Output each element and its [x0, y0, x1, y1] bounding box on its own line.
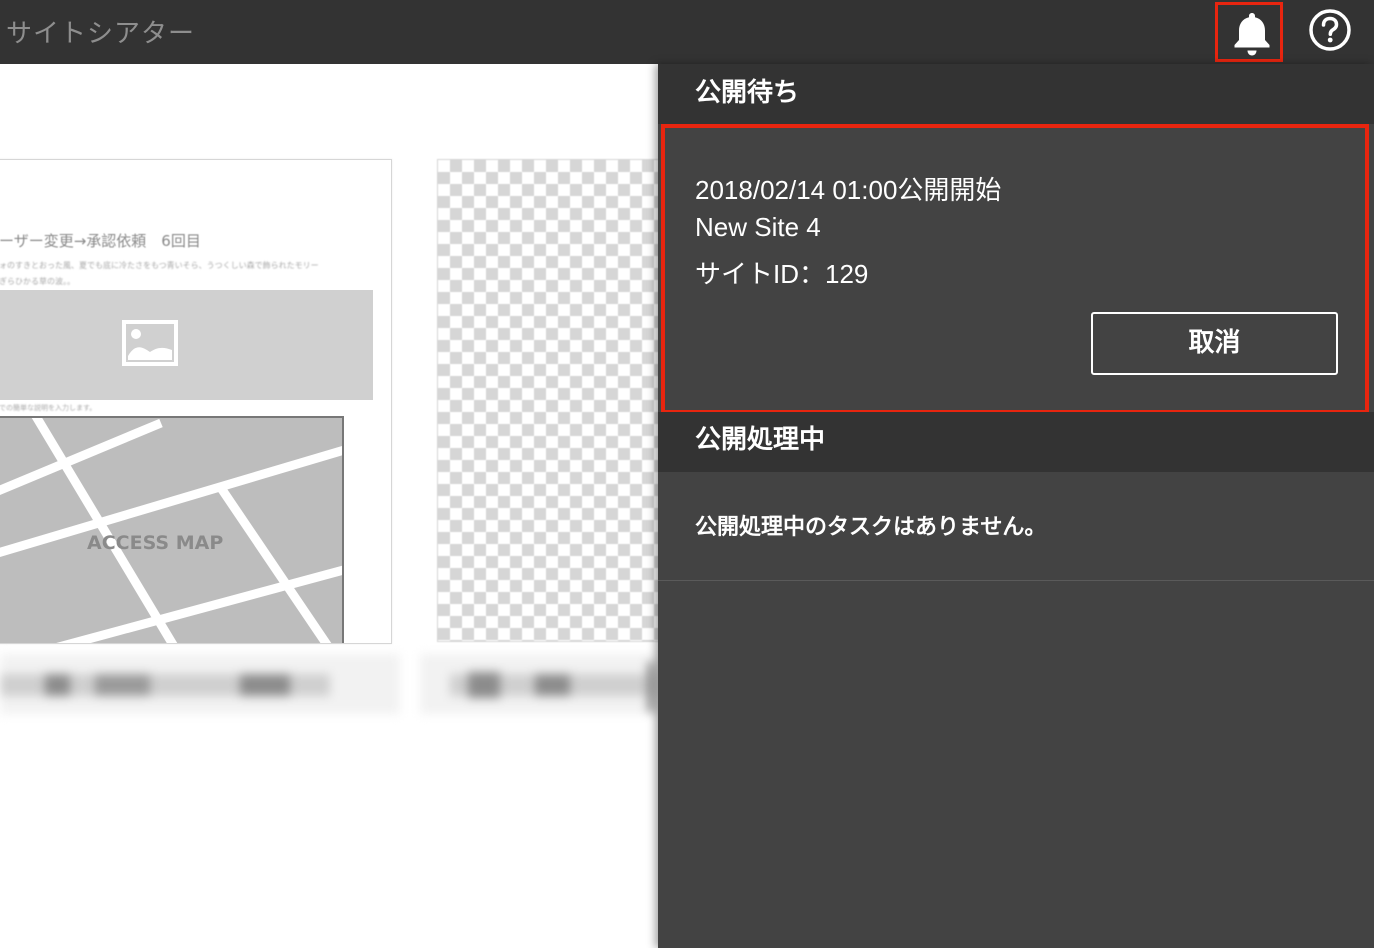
section-divider — [658, 580, 1374, 581]
notification-panel: 公開待ち 2018/02/14 01:00公開開始 New Site 4 サイト… — [658, 64, 1374, 948]
access-map-label: ACCESS MAP — [87, 532, 224, 554]
task-site-name: New Site 4 — [695, 212, 821, 242]
preview-image-placeholder — [0, 290, 373, 400]
app-title: サイトシアター — [6, 19, 196, 49]
image-placeholder-icon — [122, 320, 178, 366]
processing-empty-message: 公開処理中のタスクはありません。 — [695, 515, 1047, 540]
task-schedule-text: 2018/02/14 01:00公開開始 — [695, 175, 1002, 205]
pending-task-item: 2018/02/14 01:00公開開始 New Site 4 サイトID：12… — [661, 124, 1369, 414]
task-site-id: サイトID：129 — [695, 259, 869, 289]
preview-title: ーザー変更→承認依頼 6回目 — [0, 232, 201, 250]
site-list-area: ーザー変更→承認依頼 6回目 ォのすきとおった風、夏でも底に冷たさをもつ青いそら… — [0, 64, 658, 948]
blurred-site-name-2 — [420, 654, 658, 714]
pending-section-heading: 公開待ち — [658, 64, 1374, 124]
blurred-site-name-1 — [0, 654, 400, 714]
processing-section-heading: 公開処理中 — [658, 412, 1374, 472]
cancel-button[interactable]: 取消 — [1091, 312, 1338, 375]
top-bar: サイトシアター — [0, 0, 1374, 64]
preview-caption: での簡単な説明を入力します。 — [0, 404, 97, 412]
bell-icon — [1234, 13, 1270, 56]
question-circle-icon — [1309, 9, 1351, 51]
site-card-preview[interactable]: ーザー変更→承認依頼 6回目 ォのすきとおった風、夏でも底に冷たさをもつ青いそら… — [0, 159, 392, 644]
site-card-transparent-preview[interactable] — [437, 159, 658, 642]
preview-description: ォのすきとおった風、夏でも底に冷たさをもつ青いそら、うつくしい森で飾られたモリー… — [0, 261, 319, 286]
help-button[interactable] — [1308, 8, 1352, 52]
access-map-placeholder: ACCESS MAP — [0, 416, 344, 643]
notification-button[interactable] — [1215, 2, 1283, 62]
